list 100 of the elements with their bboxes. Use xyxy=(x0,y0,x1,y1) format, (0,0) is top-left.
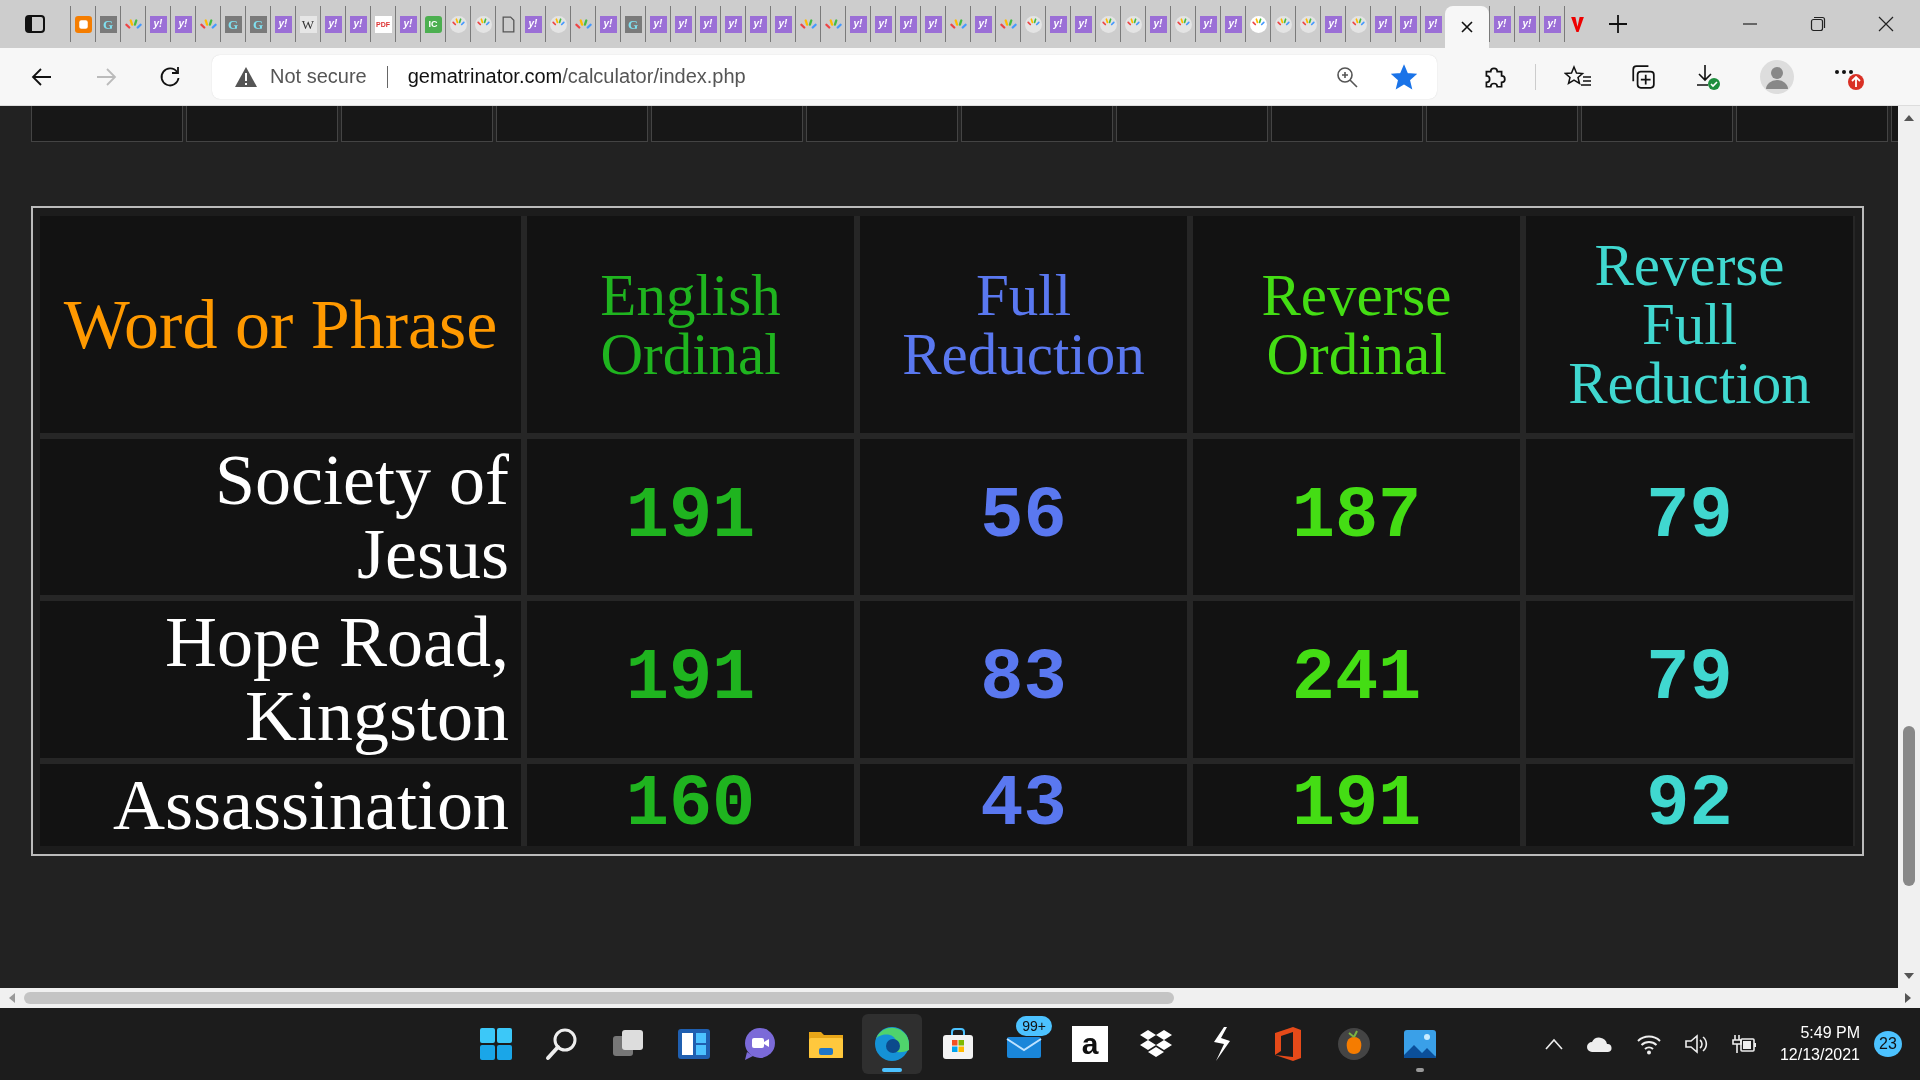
close-icon[interactable] xyxy=(1460,20,1474,34)
chevron-logo-icon xyxy=(1568,15,1586,33)
browser-tab[interactable] xyxy=(795,6,820,42)
amazon-app-icon: a xyxy=(1072,1026,1108,1062)
browser-tab[interactable]: W xyxy=(295,6,320,42)
restore-icon[interactable] xyxy=(1810,16,1826,32)
browser-tab[interactable]: y! xyxy=(895,6,920,42)
pinwheel-icon xyxy=(199,19,217,29)
browser-tab[interactable]: G xyxy=(95,6,120,42)
cloud-icon[interactable] xyxy=(1585,1035,1614,1053)
browser-tab[interactable] xyxy=(1445,6,1489,48)
browser-tab[interactable]: IC xyxy=(420,6,445,42)
browser-tab[interactable]: y! xyxy=(670,6,695,42)
browser-tab[interactable]: y! xyxy=(770,6,795,42)
browser-tab[interactable]: y! xyxy=(395,6,420,42)
browser-tab[interactable] xyxy=(470,6,495,42)
favorite-star-icon[interactable] xyxy=(1391,63,1417,90)
browser-tab[interactable]: y! xyxy=(1070,6,1095,42)
new-tab-icon[interactable] xyxy=(1607,13,1629,35)
collections-icon[interactable] xyxy=(1630,63,1656,90)
browser-tab[interactable]: y! xyxy=(1370,6,1395,42)
zoom-icon[interactable] xyxy=(1335,64,1359,89)
speaker-icon[interactable] xyxy=(1683,1033,1710,1055)
browser-tab[interactable]: y! xyxy=(645,6,670,42)
browser-tab[interactable]: y! xyxy=(1489,6,1514,42)
horizontal-scrollbar[interactable] xyxy=(0,988,1920,1008)
wifi-icon[interactable] xyxy=(1635,1033,1662,1055)
browser-tab[interactable] xyxy=(1295,6,1320,42)
browser-tab[interactable] xyxy=(995,6,1020,42)
tab-favicon: y! xyxy=(524,15,542,33)
pinwheel-icon xyxy=(999,19,1017,29)
downloads-icon[interactable] xyxy=(1694,62,1722,91)
browser-tab[interactable] xyxy=(70,6,95,42)
browser-tab[interactable]: G xyxy=(220,6,245,42)
scroll-down-icon[interactable] xyxy=(1904,972,1914,980)
profile-avatar-icon[interactable] xyxy=(1760,59,1794,94)
tab-favicon: y! xyxy=(1049,15,1067,33)
browser-tab[interactable]: G xyxy=(620,6,645,42)
browser-tab[interactable] xyxy=(1245,6,1270,42)
browser-tab[interactable]: y! xyxy=(870,6,895,42)
browser-tab[interactable] xyxy=(1170,6,1195,42)
browser-tab[interactable]: y! xyxy=(1539,6,1564,42)
browser-tab[interactable]: y! xyxy=(145,6,170,42)
browser-tab[interactable] xyxy=(120,6,145,42)
browser-tab[interactable] xyxy=(1020,6,1045,42)
browser-tab[interactable]: y! xyxy=(1220,6,1245,42)
browser-tab[interactable]: y! xyxy=(845,6,870,42)
scrollbar-thumb[interactable] xyxy=(1903,726,1915,886)
scrollbar-thumb[interactable] xyxy=(24,992,1174,1004)
browser-tab[interactable] xyxy=(1120,6,1145,42)
notification-count-badge[interactable]: 23 xyxy=(1874,1031,1902,1057)
time-text: 5:49 PM xyxy=(1800,1023,1860,1044)
browser-tab[interactable]: y! xyxy=(170,6,195,42)
close-icon[interactable] xyxy=(1878,16,1894,32)
browser-tab[interactable]: y! xyxy=(745,6,770,42)
browser-tab[interactable]: y! xyxy=(1045,6,1070,42)
browser-tab[interactable]: y! xyxy=(1145,6,1170,42)
battery-charging-icon[interactable] xyxy=(1731,1033,1758,1055)
tab-favicon: G xyxy=(224,15,242,33)
browser-tab[interactable] xyxy=(820,6,845,42)
browser-tab[interactable]: y! xyxy=(270,6,295,42)
browser-tab[interactable]: G xyxy=(245,6,270,42)
scroll-up-icon[interactable] xyxy=(1904,114,1914,122)
browser-tab[interactable]: y! xyxy=(1395,6,1420,42)
refresh-icon[interactable] xyxy=(158,64,182,89)
browser-tab[interactable]: y! xyxy=(920,6,945,42)
browser-tab[interactable]: y! xyxy=(1320,6,1345,42)
browser-tab[interactable]: y! xyxy=(720,6,745,42)
browser-tab[interactable] xyxy=(1345,6,1370,42)
browser-tab[interactable]: y! xyxy=(345,6,370,42)
tab-favicon: y! xyxy=(274,15,292,33)
taskbar-app[interactable]: 99+ xyxy=(994,1014,1054,1074)
scroll-right-icon[interactable] xyxy=(1904,993,1912,1003)
browser-tab[interactable] xyxy=(445,6,470,42)
date-text: 12/13/2021 xyxy=(1779,1045,1860,1065)
browser-tab[interactable]: y! xyxy=(520,6,545,42)
browser-tab[interactable] xyxy=(1095,6,1120,42)
browser-tab[interactable]: y! xyxy=(595,6,620,42)
browser-tab[interactable]: y! xyxy=(970,6,995,42)
browser-tab[interactable]: y! xyxy=(1420,6,1445,42)
browser-tab[interactable] xyxy=(1270,6,1295,42)
browser-tab[interactable] xyxy=(195,6,220,42)
address-field[interactable]: Not secure gematrinator.com/calculator/index.php xyxy=(212,54,1437,99)
browser-tab[interactable] xyxy=(945,6,970,42)
browser-tab[interactable] xyxy=(570,6,595,42)
pinwheel-icon xyxy=(1274,15,1292,33)
browser-tab[interactable]: y! xyxy=(1195,6,1220,42)
browser-tab[interactable] xyxy=(545,6,570,42)
pinwheel-icon xyxy=(1124,15,1142,33)
browser-tab[interactable]: y! xyxy=(1514,6,1539,42)
browser-tab[interactable]: y! xyxy=(320,6,345,42)
tab-actions-icon[interactable] xyxy=(24,13,46,35)
taskbar-app[interactable]: a xyxy=(1060,1014,1120,1074)
clock[interactable]: 5:49 PM 12/13/2021 xyxy=(1779,1022,1860,1066)
tab-favicon: y! xyxy=(1518,15,1536,33)
chevron-up-icon[interactable] xyxy=(1543,1037,1564,1051)
vertical-scrollbar[interactable] xyxy=(1898,106,1920,988)
browser-tab[interactable]: y! xyxy=(695,6,720,42)
taskbar-app[interactable] xyxy=(862,1014,922,1074)
pinwheel-icon xyxy=(574,19,592,29)
